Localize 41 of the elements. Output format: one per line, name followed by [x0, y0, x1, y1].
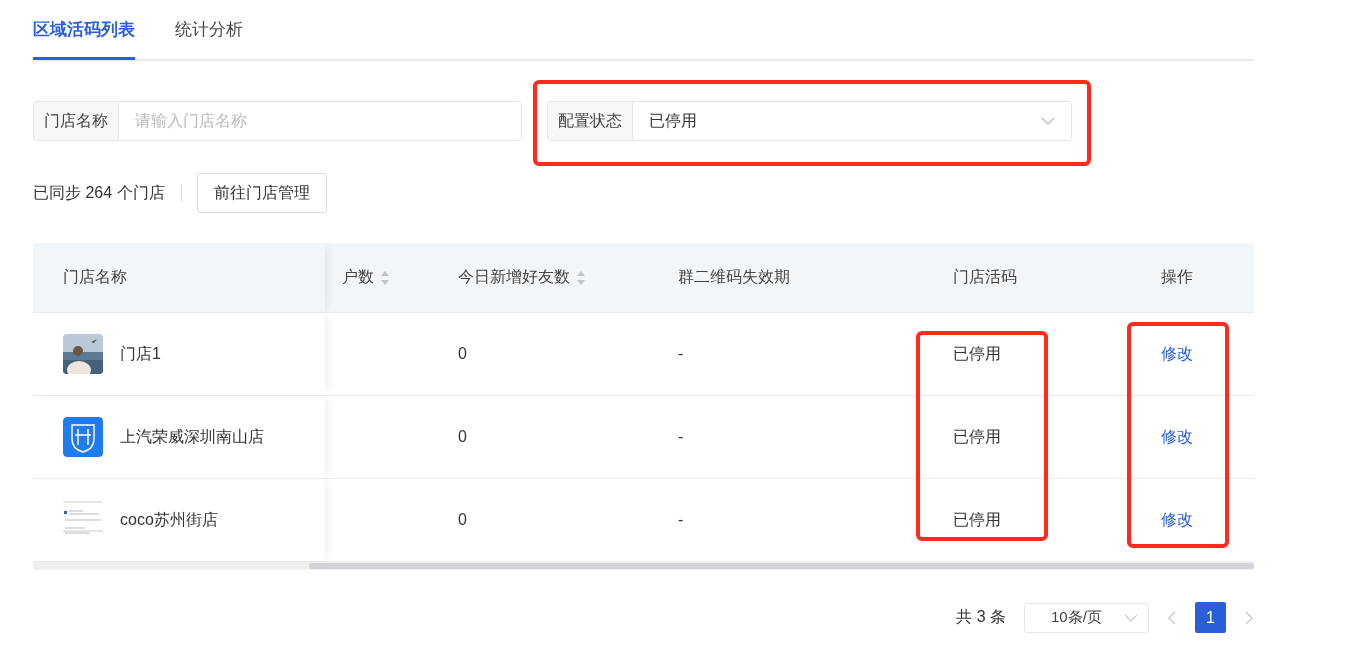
edit-link[interactable]: 修改 [1161, 343, 1193, 365]
column-header: 户数 [342, 267, 374, 287]
sort-icon[interactable] [576, 269, 586, 286]
page-size-select[interactable]: 10条/页 [1024, 602, 1149, 633]
shield-logo-icon [63, 417, 103, 457]
field-label: 门店名称 [34, 102, 119, 140]
table-cell: - [678, 428, 684, 446]
previous-page-icon[interactable] [1167, 609, 1177, 626]
edit-link[interactable]: 修改 [1161, 426, 1193, 448]
column-header: 门店活码 [953, 267, 1017, 287]
sort-icon[interactable] [380, 269, 390, 286]
status-text: 已停用 [953, 343, 1001, 364]
status-select[interactable]: 配置状态 已停用 [547, 101, 1072, 141]
manage-stores-button[interactable]: 前往门店管理 [196, 173, 327, 213]
column-header: 群二维码失效期 [678, 267, 790, 287]
table-cell: 0 [458, 428, 467, 446]
edit-link[interactable]: 修改 [1161, 509, 1193, 531]
table-cell: 0 [458, 345, 467, 363]
status-text: 已停用 [953, 509, 1001, 530]
select-value: 已停用 [649, 110, 697, 131]
tab[interactable]: 区域活码列表 [33, 1, 135, 60]
page-button[interactable]: 1 [1195, 602, 1226, 633]
total-count: 共 3 条 [956, 607, 1006, 627]
store-name: 门店1 [120, 343, 161, 364]
column-header: 操作 [1161, 267, 1193, 287]
chevron-down-icon [1041, 117, 1055, 125]
chevron-down-icon [1124, 613, 1138, 622]
store-name-field[interactable]: 门店名称 请输入门店名称 [33, 101, 522, 141]
status-text: 已停用 [953, 426, 1001, 447]
table-cell: - [678, 345, 684, 363]
horizontal-scrollbar[interactable] [33, 562, 1254, 570]
tab[interactable]: 统计分析 [175, 1, 243, 60]
table-cell: - [678, 511, 684, 529]
column-header: 门店名称 [63, 267, 127, 287]
store-name: coco苏州街店 [120, 509, 218, 530]
store-name: 上汽荣威深圳南山店 [120, 426, 264, 447]
field-label: 配置状态 [548, 102, 633, 140]
column-header: 今日新增好友数 [458, 267, 570, 287]
table-cell: 0 [458, 511, 467, 529]
next-page-icon[interactable] [1244, 609, 1254, 626]
sync-count: 已同步 264 个门店 [33, 184, 182, 202]
